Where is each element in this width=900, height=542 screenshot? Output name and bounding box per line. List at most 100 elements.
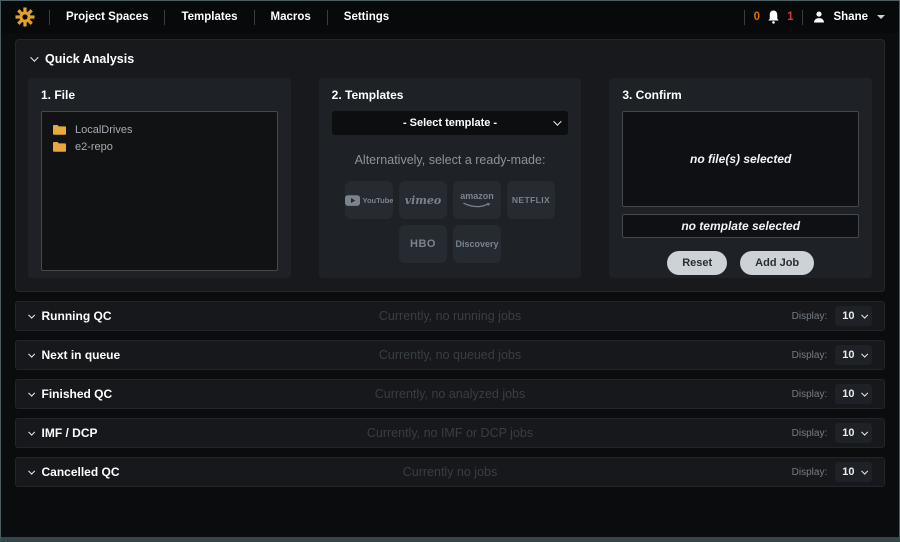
template-select[interactable]: - Select template - [332,111,569,135]
brand-button-hbo[interactable]: HBO [399,225,447,263]
display-count-value: 10 [842,427,854,439]
chevron-down-icon [30,53,38,61]
nav-item-settings[interactable]: Settings [328,1,405,33]
display-count-value: 10 [842,466,854,478]
confirm-buttons: Reset Add Job [622,251,859,275]
chevron-down-icon [28,311,34,317]
display-label: Display: [792,428,828,439]
templates-panel: 2. Templates - Select template - Alterna… [319,78,582,278]
notifications-button[interactable]: 0 1 [754,10,794,24]
section-header-next-in-queue[interactable]: Next in queue [28,348,120,362]
brand-button-amazon[interactable]: amazon [453,181,501,219]
brand-button-netflix[interactable]: NETFLIX [507,181,555,219]
quick-analysis-header[interactable]: Quick Analysis [28,50,872,66]
nav-item-macros[interactable]: Macros [255,1,327,33]
chevron-down-icon [28,428,34,434]
display-count-value: 10 [842,388,854,400]
file-browser[interactable]: LocalDrives e2-repo [41,111,278,271]
confirm-panel-title: 3. Confirm [622,88,859,102]
display-count-select[interactable]: 10 [835,384,872,404]
section-title: Next in queue [42,348,121,362]
brand-label: HBO [410,238,436,250]
chevron-down-icon [28,467,34,473]
brand-label: Discovery [455,239,498,249]
nav-divider [802,10,803,25]
user-menu[interactable]: Shane [812,10,885,24]
section-header-running-qc[interactable]: Running QC [28,309,111,323]
nav-item-project-spaces[interactable]: Project Spaces [50,1,164,33]
display-label: Display: [792,311,828,322]
chevron-down-icon [861,311,867,317]
section-display-controls: Display: 10 [792,462,872,482]
chevron-down-icon [861,389,867,395]
section-header-cancelled-qc[interactable]: Cancelled QC [28,465,120,479]
no-template-text: no template selected [681,219,800,233]
display-count-select[interactable]: 10 [835,423,872,443]
display-count-value: 10 [842,310,854,322]
display-label: Display: [792,389,828,400]
ready-made-label: Alternatively, select a ready-made: [332,153,569,167]
file-panel: 1. File LocalDrives e2-repo [28,78,291,278]
brand-label: YouTube [363,196,394,205]
folder-icon [53,141,66,152]
brand-label: vimeo [405,194,442,207]
section-status: Currently, no IMF or DCP jobs [16,426,884,440]
reset-button[interactable]: Reset [667,251,727,275]
section-title: Running QC [42,309,112,323]
brand-button-vimeo[interactable]: vimeo [399,181,447,219]
section-status: Currently, no analyzed jobs [16,387,884,401]
folder-icon [53,124,66,135]
no-files-text: no file(s) selected [690,152,791,166]
display-label: Display: [792,467,828,478]
top-navbar: Project Spaces Templates Macros Settings… [1,1,899,33]
folder-name: e2-repo [75,141,113,153]
add-job-button[interactable]: Add Job [740,251,814,275]
selected-template-box: no template selected [622,214,859,238]
display-count-select[interactable]: 10 [835,462,872,482]
brand-row-2: HBO Discovery [332,225,569,263]
section-status: Currently, no running jobs [16,309,884,323]
bell-icon [767,10,780,24]
quick-analysis-panels: 1. File LocalDrives e2-repo 2. Templat [28,78,872,278]
confirm-panel: 3. Confirm no file(s) selected no templa… [609,78,872,278]
youtube-play-icon [345,195,360,206]
section-header-finished-qc[interactable]: Finished QC [28,387,112,401]
section-cancelled-qc: Cancelled QC Currently no jobs Display: … [15,457,885,487]
user-icon [812,10,826,24]
folder-item-localdrives[interactable]: LocalDrives [53,121,266,138]
gear-logo-icon [15,7,35,27]
display-count-select[interactable]: 10 [835,345,872,365]
section-next-in-queue: Next in queue Currently, no queued jobs … [15,340,885,370]
brand-label: amazon [460,192,494,201]
brand-label: NETFLIX [512,195,550,205]
template-select-value: - Select template - [403,117,497,129]
nav-divider [744,10,745,25]
section-status: Currently, no queued jobs [16,348,884,362]
section-imf-dcp: IMF / DCP Currently, no IMF or DCP jobs … [15,418,885,448]
chevron-down-icon [28,350,34,356]
chevron-down-icon [554,117,562,125]
section-finished-qc: Finished QC Currently, no analyzed jobs … [15,379,885,409]
section-display-controls: Display: 10 [792,306,872,326]
folder-name: LocalDrives [75,124,132,136]
display-count-value: 10 [842,349,854,361]
app-logo[interactable] [15,7,35,27]
nav-item-templates[interactable]: Templates [165,1,253,33]
folder-item-e2-repo[interactable]: e2-repo [53,138,266,155]
section-title: Finished QC [42,387,113,401]
user-name: Shane [833,11,868,23]
selected-files-box: no file(s) selected [622,111,859,207]
section-header-imf-dcp[interactable]: IMF / DCP [28,426,98,440]
section-status: Currently no jobs [16,465,884,479]
display-count-select[interactable]: 10 [835,306,872,326]
brand-button-discovery[interactable]: Discovery [453,225,501,263]
section-running-qc: Running QC Currently, no running jobs Di… [15,301,885,331]
quick-analysis-title: Quick Analysis [45,52,134,66]
section-display-controls: Display: 10 [792,384,872,404]
brand-button-youtube[interactable]: YouTube [345,181,393,219]
section-display-controls: Display: 10 [792,423,872,443]
amazon-smile-icon [461,202,493,209]
quick-analysis-card: Quick Analysis 1. File LocalDrives e2-re… [15,39,885,292]
chevron-down-icon [877,15,885,19]
notification-count-right: 1 [787,11,793,23]
